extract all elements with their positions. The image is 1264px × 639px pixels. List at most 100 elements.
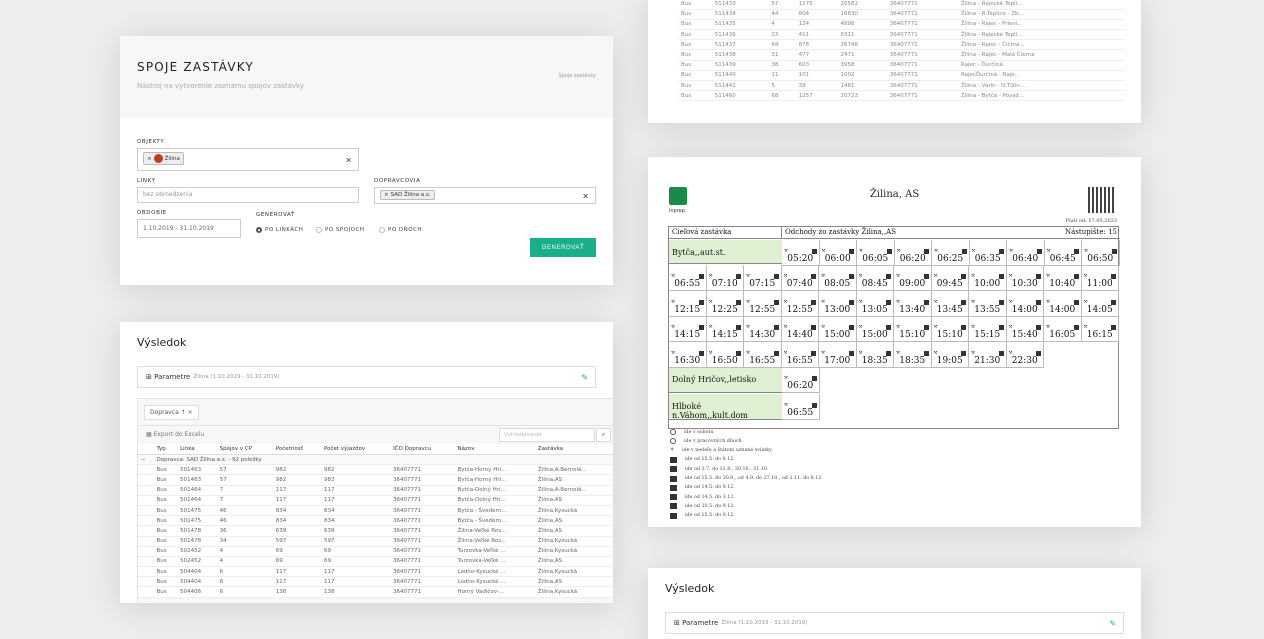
table-cell: 7 — [216, 495, 273, 506]
table-row[interactable]: Bus 504404 6 117 117 36407771 Lodno-Kysucké ..… — [138, 566, 613, 578]
column-header[interactable]: Typ — [153, 444, 178, 455]
valid-from: Platí od: 17.05.2023 — [1065, 218, 1117, 224]
table-row[interactable]: Bus 501475 46 834 834 36407771 Bytča - Švedern… — [138, 515, 613, 527]
edit-icon[interactable]: ✎ — [1109, 619, 1116, 628]
table-row[interactable]: Bus 511460 68 1257 20723 36407771 Žilina - Byt… — [678, 90, 1125, 102]
departure-time: 16:05 — [1049, 330, 1076, 341]
objekty-select[interactable]: × Žilina × — [137, 148, 359, 171]
departure-time: 13:55 — [974, 304, 1001, 315]
table-cell: Žilina,A.Bernolá... — [534, 485, 613, 496]
group-row[interactable]: − Dopravca: SAD Žilina a.s. - 92 položky — [138, 454, 613, 466]
timetable-title: Žilina, AS — [869, 189, 920, 200]
table-row[interactable]: Bus 502452 4 69 69 36407771 Turzovka-Veľké ...… — [138, 556, 613, 568]
table-cell: Žilina - R.Teplice - Zb... — [957, 9, 1125, 20]
dopravcovia-label: DOPRAVCOVIA — [374, 178, 421, 184]
table-row[interactable]: Bus 511440 11 101 1002 36407771 RajecĎurčiná -… — [678, 70, 1125, 82]
table-row[interactable]: Bus 501463 57 982 982 36407771 Bytča-Horný Hri… — [138, 464, 613, 476]
legend-text: ide od 15.5. do 30.6., od 4.9. do 27.10.… — [685, 476, 823, 481]
export-excel-button[interactable]: ▦ Export do Excelu — [146, 431, 204, 438]
table-cell: 7 — [216, 485, 273, 496]
stop-bytca: Bytča,,aut.st. — [669, 240, 782, 264]
table-row[interactable]: Bus 501478 36 639 639 36407771 Žilina-Veľké Ro… — [138, 525, 613, 537]
table-cell: 834 — [320, 505, 391, 517]
generovat-label: GENEROVAŤ — [256, 212, 295, 218]
column-header[interactable]: IČO Dopravcu — [390, 444, 455, 455]
table-row[interactable]: Bus 511434 44 804 16830 36407771 Žilina - R.Te… — [678, 9, 1125, 20]
table-cell: 36407771 — [390, 505, 455, 517]
departure-time: 06:55 — [787, 408, 814, 418]
collapse-icon[interactable]: − — [138, 454, 154, 466]
clear-objekty-icon[interactable]: × — [345, 155, 352, 164]
table-row[interactable]: Bus 511437 64 876 26748 36407771 Žilina - Raje… — [678, 39, 1125, 51]
note-icon — [670, 466, 677, 473]
column-header[interactable]: Zastávka — [534, 444, 613, 455]
departure-time: 14:40 — [786, 330, 813, 341]
table-cell — [138, 525, 154, 537]
table-row[interactable]: Bus 501464 7 117 117 36407771 Bytča-Dolný Hri.… — [138, 485, 613, 496]
departure-time: 15:15 — [974, 330, 1001, 341]
table-row[interactable]: Bus 511441 5 39 1481 36407771 Žilina - Varín -… — [678, 80, 1125, 92]
departure-slot: ⚒ 14:40 — [781, 316, 819, 343]
table-cell: 504404 — [177, 566, 217, 578]
radio-po-linkach[interactable]: PO LINKÁCH — [256, 227, 303, 233]
legend-item: ide od 15.5. do 9.12. — [670, 512, 735, 519]
table-cell: 36407771 — [390, 546, 455, 557]
table-row[interactable]: Bus 504406 6 138 138 36407771 Horný Vadičov-..… — [138, 586, 613, 598]
departure-slot: ⚒ 06:40 — [1007, 240, 1045, 266]
table-cell: 477 — [795, 49, 838, 61]
departure-slot: ⚒ 12:55 — [744, 290, 782, 317]
dopravcovia-select[interactable]: × SAD Žilina a.s. × — [374, 187, 596, 204]
departure-slot: ⚒ 13:55 — [969, 290, 1007, 317]
column-header[interactable]: Názov — [454, 444, 535, 455]
table-row[interactable]: Bus 511438 31 477 2471 36407771 Žilina - Rajec… — [678, 49, 1125, 61]
table-row[interactable]: Bus 511436 23 411 6311 36407771 Žilina - Rajec… — [678, 29, 1125, 41]
edit-icon[interactable]: ✎ — [581, 373, 588, 382]
table-row[interactable]: Bus 501475 46 834 834 36407771 Bytča - Švedern… — [138, 505, 613, 517]
stop-hlboke: Hlboké n.Váhom,,kult.dom — [669, 394, 782, 420]
search-icon[interactable]: ⌕ — [596, 428, 611, 442]
parameters-panel-2[interactable]: ⊞ Parametre Žilina (1.10.2019 - 31.10.201… — [665, 612, 1124, 634]
column-header[interactable]: Linka — [177, 444, 217, 455]
table-row[interactable]: Bus 511435 4 124 4898 36407771 Žilina - Rajec … — [678, 19, 1125, 31]
table-cell — [138, 474, 154, 486]
parameters-panel[interactable]: ⊞ Parametre Žilina (1.10.2019 - 31.10.201… — [137, 366, 596, 388]
obdobie-input[interactable]: 1.10.2019 - 31.10.2019 — [137, 219, 241, 238]
dopravcovia-chip[interactable]: × SAD Žilina a.s. — [380, 190, 435, 200]
column-header[interactable]: Spojov v CP — [216, 444, 273, 455]
radio-po-spojoch[interactable]: PO SPOJOCH — [316, 227, 364, 233]
table-cell: Žilina - Rajec - Prievi... — [957, 19, 1125, 31]
table-cell: Žilina,A.Bernolá... — [534, 464, 613, 476]
departure-slot: ⚒ 05:20 — [782, 240, 820, 266]
table-row[interactable]: Bus 501464 7 117 117 36407771 Bytča-Dolný Hri.… — [138, 495, 613, 506]
table-cell: 511434 — [711, 9, 769, 20]
generate-button[interactable]: GENEROVAŤ — [530, 238, 596, 257]
table-row[interactable]: Bus 511433 57 1175 20582 36407771 Žilina - Raj… — [678, 0, 1125, 10]
table-cell: 36407771 — [390, 536, 455, 547]
radio-po-dnoch[interactable]: PO DŇOCH — [379, 227, 422, 233]
table-cell: 511433 — [711, 0, 769, 10]
grid-search-input[interactable]: Vyhľadávanie — [499, 428, 595, 442]
departure-slot: ⚒ 06:05 — [857, 240, 895, 266]
departure-slot: ⚒ 18:35 — [856, 341, 894, 368]
departure-slot: ⚒ 15:40 — [1006, 316, 1044, 343]
table-row[interactable]: Bus 501478 34 597 597 36407771 Žilina-Veľké Ro… — [138, 536, 613, 547]
table-cell: Bus — [678, 49, 712, 61]
table-cell: 117 — [320, 576, 391, 588]
table-cell: 68 — [768, 90, 796, 102]
departures-header: Odchody zo zastávky Žilina,,AS Nástupišt… — [782, 227, 1120, 239]
table-row[interactable]: Bus 502452 4 69 69 36407771 Turzovka-Veľké ...… — [138, 546, 613, 557]
clear-dopravcovia-icon[interactable]: × — [582, 191, 589, 200]
departure-slot: ⚒ 12:55 — [781, 290, 819, 317]
objekty-chip[interactable]: × Žilina — [143, 152, 184, 165]
table-row[interactable]: Bus 504404 6 117 117 36407771 Lodno-Kysucké ..… — [138, 576, 613, 588]
breadcrumb[interactable]: Spoje zastávky — [559, 73, 596, 79]
table-row[interactable]: Bus 501463 57 982 982 36407771 Bytča-Horný Hri… — [138, 474, 613, 486]
table-cell: Bytča-Dolný Hri... — [454, 485, 535, 496]
group-by-chip[interactable]: Dopravca ↑ × — [144, 405, 199, 420]
column-header[interactable]: Počet výjazdov — [320, 444, 391, 455]
table-row[interactable]: Bus 511439 38 603 3958 36407771 Rajec - Ďurčin… — [678, 60, 1125, 71]
departure-slot: ⚒ 06:20 — [894, 240, 932, 266]
column-header[interactable]: Početnosť — [272, 444, 321, 455]
table-cell: 117 — [272, 576, 321, 588]
linky-input[interactable]: bez obmedzenia — [137, 187, 359, 203]
